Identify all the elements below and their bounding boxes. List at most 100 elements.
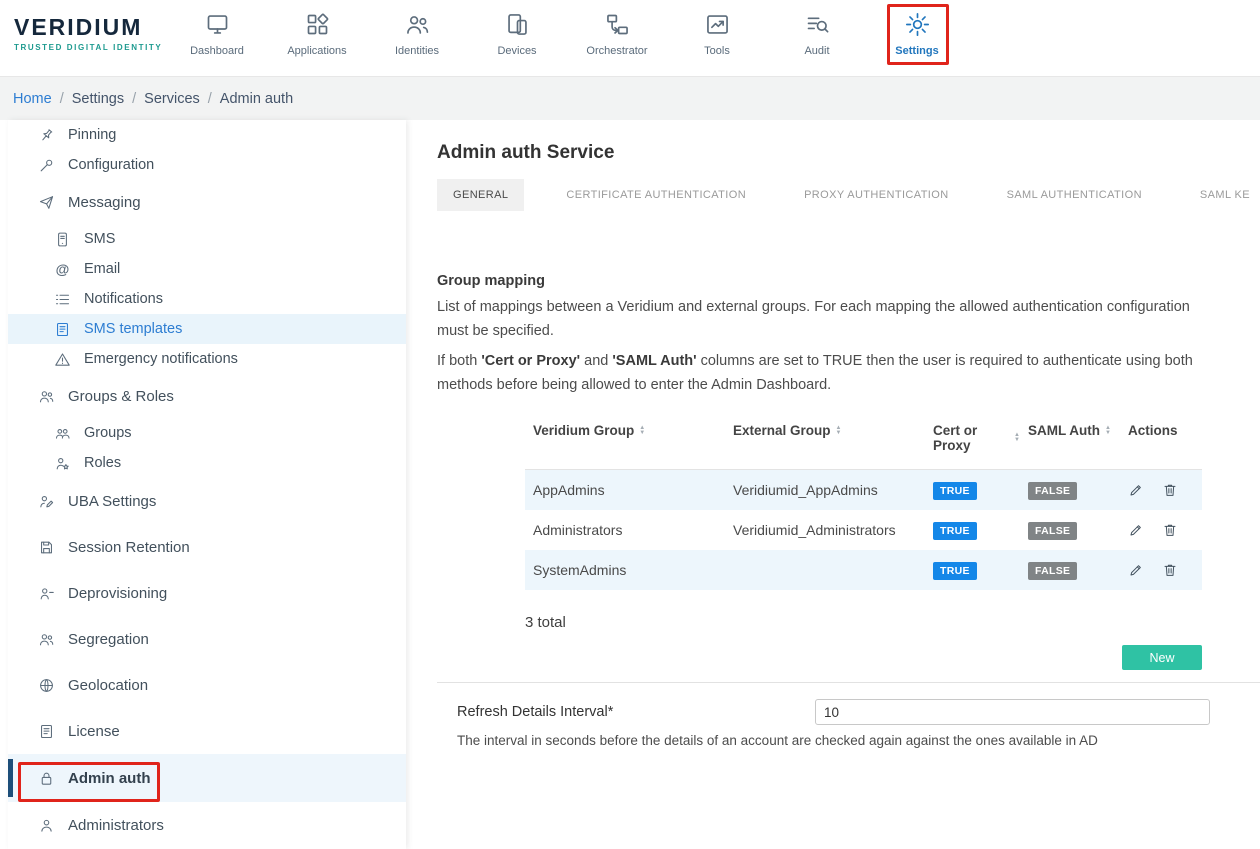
page-title: Admin auth Service — [437, 142, 1260, 164]
sidebar-item-geolocation[interactable]: Geolocation — [8, 662, 406, 708]
cell-veridium-group: SystemAdmins — [525, 562, 725, 578]
group-mapping-description: List of mappings between a Veridium and … — [437, 295, 1202, 343]
sidebar-item-roles[interactable]: Roles — [8, 448, 406, 478]
people-icon — [38, 388, 55, 405]
sidebar-item-admin-auth[interactable]: Admin auth — [8, 754, 406, 802]
save-icon — [38, 539, 55, 556]
brand-name: VERIDIUM — [14, 14, 162, 41]
tab-saml-authentication[interactable]: SAML AUTHENTICATION — [991, 179, 1158, 211]
sidebar-item-emergency-notifications[interactable]: Emergency notifications — [8, 344, 406, 374]
table-header-row: Veridium Group ▲▼ External Group ▲▼ Cert… — [525, 413, 1202, 470]
sidebar-item-uba-settings[interactable]: UBA Settings — [8, 478, 406, 524]
main-content: Admin auth Service GENERAL CERTIFICATE A… — [421, 120, 1260, 849]
top-nav: VERIDIUM TRUSTED DIGITAL IDENTITY Dashbo… — [0, 0, 1260, 77]
sidebar-item-groups[interactable]: Groups — [8, 418, 406, 448]
sidebar-item-administrators[interactable]: Administrators — [8, 802, 406, 848]
saml-auth-badge: FALSE — [1028, 522, 1077, 540]
tab-general[interactable]: GENERAL — [437, 179, 524, 211]
group-mapping-title: Group mapping — [437, 273, 1260, 289]
sidebar-item-sms-templates[interactable]: SMS templates — [8, 314, 406, 344]
cell-veridium-group: AppAdmins — [525, 482, 725, 498]
uba-icon — [38, 493, 55, 510]
new-button[interactable]: New — [1122, 645, 1202, 670]
breadcrumb-separator: / — [60, 91, 64, 107]
table-row: SystemAdmins TRUE FALSE — [525, 550, 1202, 590]
breadcrumb: Home / Settings / Services / Admin auth — [0, 77, 1260, 120]
delete-icon[interactable] — [1162, 522, 1178, 538]
column-header-actions: Actions — [1120, 423, 1202, 438]
nav-item-applications[interactable]: Applications — [267, 7, 367, 57]
sidebar-item-email[interactable]: @ Email — [8, 254, 406, 284]
identities-icon — [404, 11, 431, 38]
nav-item-audit[interactable]: Audit — [767, 7, 867, 57]
lock-icon — [38, 770, 55, 787]
breadcrumb-services[interactable]: Services — [144, 91, 200, 107]
deprovision-icon — [38, 585, 55, 602]
document-icon — [54, 321, 71, 338]
license-icon — [38, 723, 55, 740]
delete-icon[interactable] — [1162, 562, 1178, 578]
sidebar-item-segregation[interactable]: Segregation — [8, 616, 406, 662]
column-header-external-group[interactable]: External Group ▲▼ — [725, 423, 925, 438]
sidebar-item-license[interactable]: License — [8, 708, 406, 754]
sidebar-item-messaging[interactable]: Messaging — [8, 180, 406, 224]
tab-bar: GENERAL CERTIFICATE AUTHENTICATION PROXY… — [437, 179, 1260, 211]
nav-item-settings[interactable]: Settings — [867, 7, 967, 57]
tab-saml-keys[interactable]: SAML KE — [1184, 179, 1260, 211]
globe-icon — [38, 677, 55, 694]
audit-icon — [804, 11, 831, 38]
delete-icon[interactable] — [1162, 482, 1178, 498]
nav-item-dashboard[interactable]: Dashboard — [167, 7, 267, 57]
nav-item-orchestrator[interactable]: Orchestrator — [567, 7, 667, 57]
breadcrumb-settings[interactable]: Settings — [72, 91, 124, 107]
segregation-icon — [38, 631, 55, 648]
sidebar-item-sms[interactable]: SMS — [8, 224, 406, 254]
nav-item-tools[interactable]: Tools — [667, 7, 767, 57]
column-header-saml-auth[interactable]: SAML Auth ▲▼ — [1020, 423, 1120, 438]
note-saml-auth: 'SAML Auth' — [612, 353, 696, 369]
brand-tagline: TRUSTED DIGITAL IDENTITY — [14, 43, 162, 52]
edit-icon[interactable] — [1128, 562, 1144, 578]
groups-icon — [54, 425, 71, 442]
sort-icon: ▲▼ — [1105, 426, 1111, 436]
breadcrumb-current: Admin auth — [220, 91, 293, 107]
settings-gear-icon — [904, 11, 931, 38]
column-header-veridium-group[interactable]: Veridium Group ▲▼ — [525, 423, 725, 438]
edit-icon[interactable] — [1128, 482, 1144, 498]
section-divider — [437, 682, 1260, 683]
cell-external-group: Veridiumid_AppAdmins — [725, 482, 925, 498]
column-header-cert-or-proxy[interactable]: Cert or Proxy ▲▼ — [925, 423, 1020, 453]
sidebar-item-deprovisioning[interactable]: Deprovisioning — [8, 570, 406, 616]
refresh-interval-section: Refresh Details Interval* The interval i… — [457, 699, 1260, 748]
edit-icon[interactable] — [1128, 522, 1144, 538]
sidebar-item-pinning[interactable]: Pinning — [8, 120, 406, 150]
primary-nav: Dashboard Applications Identities Device… — [167, 7, 967, 57]
applications-icon — [304, 11, 331, 38]
cert-or-proxy-badge: TRUE — [933, 482, 977, 500]
note-cert-or-proxy: 'Cert or Proxy' — [481, 353, 580, 369]
sms-icon — [54, 231, 71, 248]
tab-certificate-authentication[interactable]: CERTIFICATE AUTHENTICATION — [550, 179, 762, 211]
sidebar-item-groups-roles[interactable]: Groups & Roles — [8, 374, 406, 418]
wrench-icon — [38, 157, 55, 174]
dashboard-icon — [204, 11, 231, 38]
sidebar-item-configuration[interactable]: Configuration — [8, 150, 406, 180]
sidebar-item-notifications[interactable]: Notifications — [8, 284, 406, 314]
note-text: If both — [437, 353, 481, 369]
nav-item-identities[interactable]: Identities — [367, 7, 467, 57]
sort-icon: ▲▼ — [836, 426, 842, 436]
tab-proxy-authentication[interactable]: PROXY AUTHENTICATION — [788, 179, 965, 211]
breadcrumb-separator: / — [132, 91, 136, 107]
breadcrumb-home[interactable]: Home — [13, 91, 52, 107]
refresh-interval-input[interactable] — [815, 699, 1210, 725]
group-mapping-note: If both 'Cert or Proxy' and 'SAML Auth' … — [437, 349, 1202, 397]
cert-or-proxy-badge: TRUE — [933, 522, 977, 540]
tools-icon — [704, 11, 731, 38]
breadcrumb-separator: / — [208, 91, 212, 107]
nav-item-devices[interactable]: Devices — [467, 7, 567, 57]
cell-external-group: Veridiumid_Administrators — [725, 522, 925, 538]
pin-icon — [38, 127, 55, 144]
sidebar-item-session-retention[interactable]: Session Retention — [8, 524, 406, 570]
roles-icon — [54, 455, 71, 472]
refresh-interval-label: Refresh Details Interval* — [457, 704, 815, 720]
